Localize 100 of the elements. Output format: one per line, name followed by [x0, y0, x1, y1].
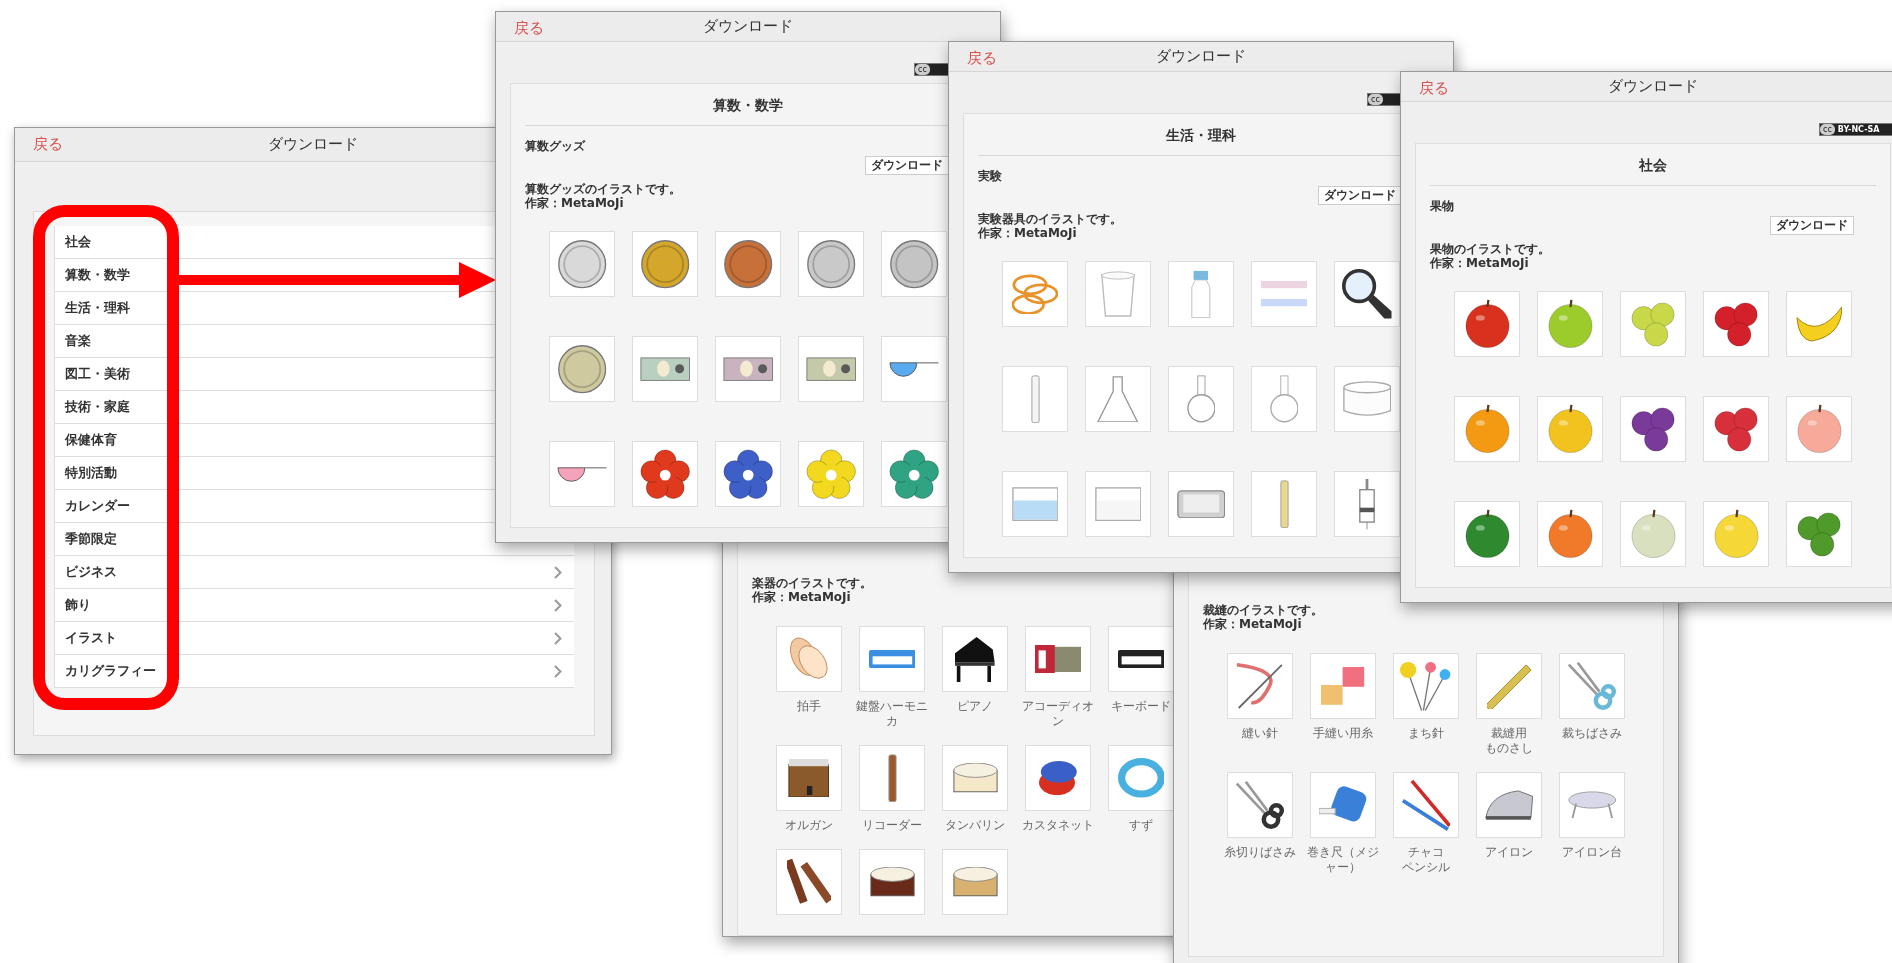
category-heading: 社会	[1638, 156, 1668, 175]
illustration-tile[interactable]	[1476, 772, 1542, 838]
illustration-tile[interactable]	[859, 849, 925, 915]
illustration-tile[interactable]	[1025, 626, 1091, 692]
illustration-tile[interactable]	[549, 441, 615, 507]
illustration-label: すず	[1128, 818, 1154, 833]
illustration-tile[interactable]	[1620, 396, 1686, 462]
window-title: ダウンロード	[703, 17, 793, 36]
illustration-tile[interactable]	[1002, 261, 1068, 327]
illustration-tile[interactable]	[1168, 471, 1234, 537]
illustration-tile[interactable]	[859, 745, 925, 811]
illustration-tile[interactable]	[798, 441, 864, 507]
illustration-tile[interactable]	[1334, 471, 1400, 537]
illustration-tile[interactable]	[1002, 366, 1068, 432]
illustration-tile[interactable]	[632, 336, 698, 402]
illustration-tile[interactable]	[798, 336, 864, 402]
illustration-label: カスタネット	[1021, 818, 1095, 833]
category-heading: 算数・数学	[712, 96, 784, 115]
illustration-tile[interactable]	[715, 441, 781, 507]
illustration-tile[interactable]	[1085, 261, 1151, 327]
description-text: 裁縫のイラストです。	[1203, 603, 1324, 617]
illustration-tile[interactable]	[1393, 653, 1459, 719]
illustration-tile[interactable]	[881, 336, 947, 402]
illustration-tile[interactable]	[549, 231, 615, 297]
illustration-tile[interactable]	[715, 231, 781, 297]
illustration-label: 糸切りばさみ	[1223, 845, 1297, 860]
illustration-tile[interactable]	[1002, 471, 1068, 537]
illustration-tile[interactable]	[1559, 772, 1625, 838]
illustration-tile[interactable]	[1786, 291, 1852, 357]
illustration-tile[interactable]	[1108, 745, 1174, 811]
illustration-label: オルガン	[784, 818, 834, 833]
category-row[interactable]: カリグラフィー	[54, 655, 574, 688]
illustration-tile[interactable]	[1703, 291, 1769, 357]
description-text: 果物のイラストです。	[1430, 242, 1551, 256]
illustration-tile[interactable]	[1537, 501, 1603, 567]
description-text: 算数グッズのイラストです。	[525, 182, 682, 196]
illustration-label: ピアノ	[956, 699, 994, 714]
illustration-tile[interactable]	[1251, 366, 1317, 432]
illustration-tile[interactable]	[1620, 291, 1686, 357]
section-title: 算数グッズ	[525, 138, 587, 154]
illustration-tile[interactable]	[1393, 772, 1459, 838]
window-title: ダウンロード	[268, 135, 358, 154]
illustration-tile[interactable]	[715, 336, 781, 402]
illustration-tile[interactable]	[1537, 396, 1603, 462]
illustration-tile[interactable]	[549, 336, 615, 402]
illustration-tile[interactable]	[1085, 471, 1151, 537]
illustration-label: キーボード	[1110, 699, 1172, 714]
illustration-label: ペンシル	[1401, 860, 1451, 875]
illustration-tile[interactable]	[1310, 653, 1376, 719]
illustration-tile[interactable]	[1537, 291, 1603, 357]
illustration-tile[interactable]	[1786, 501, 1852, 567]
illustration-tile[interactable]	[1227, 653, 1293, 719]
illustration-tile[interactable]	[1310, 772, 1376, 838]
illustration-tile[interactable]	[1025, 745, 1091, 811]
illustration-tile[interactable]	[1168, 366, 1234, 432]
license-label: BY-NC-SA	[1836, 124, 1881, 135]
category-row[interactable]: ビジネス	[54, 556, 574, 589]
illustration-tile[interactable]	[1334, 261, 1400, 327]
illustration-tile[interactable]	[1703, 396, 1769, 462]
illustration-tile[interactable]	[1703, 501, 1769, 567]
illustration-label: アコーディオン	[1021, 699, 1095, 729]
illustration-tile[interactable]	[1620, 501, 1686, 567]
illustration-tile[interactable]	[881, 231, 947, 297]
category-heading: 生活・理科	[1165, 126, 1237, 145]
illustration-tile[interactable]	[1476, 653, 1542, 719]
illustration-label: 裁縫用	[1490, 726, 1528, 741]
illustration-tile[interactable]	[1108, 626, 1174, 692]
section-title: 実験	[978, 168, 1003, 184]
illustration-tile[interactable]	[1168, 261, 1234, 327]
illustration-label: ものさし	[1484, 741, 1534, 756]
illustration-tile[interactable]	[1251, 261, 1317, 327]
illustration-label: リコーダー	[861, 818, 923, 833]
illustration-tile[interactable]	[1454, 501, 1520, 567]
illustration-tile[interactable]	[776, 745, 842, 811]
illustration-tile[interactable]	[1334, 366, 1400, 432]
illustration-tile[interactable]	[776, 849, 842, 915]
download-button[interactable]: ダウンロード	[1318, 186, 1402, 205]
illustration-label: まち針	[1407, 726, 1445, 741]
illustration-tile[interactable]	[859, 626, 925, 692]
illustration-tile[interactable]	[1454, 291, 1520, 357]
illustration-tile[interactable]	[881, 441, 947, 507]
illustration-tile[interactable]	[776, 626, 842, 692]
cc-mark: cc	[1368, 94, 1383, 105]
illustration-tile[interactable]	[798, 231, 864, 297]
illustration-tile[interactable]	[942, 849, 1008, 915]
illustration-tile[interactable]	[942, 626, 1008, 692]
illustration-tile[interactable]	[1454, 396, 1520, 462]
author-text: 作家：MetaMoJi	[752, 590, 852, 604]
illustration-tile[interactable]	[1559, 653, 1625, 719]
illustration-tile[interactable]	[1085, 366, 1151, 432]
illustration-tile[interactable]	[632, 231, 698, 297]
category-row[interactable]: 飾り	[54, 589, 574, 622]
category-row[interactable]: イラスト	[54, 622, 574, 655]
illustration-tile[interactable]	[632, 441, 698, 507]
illustration-tile[interactable]	[1251, 471, 1317, 537]
download-button[interactable]: ダウンロード	[865, 156, 949, 175]
illustration-tile[interactable]	[1786, 396, 1852, 462]
download-button[interactable]: ダウンロード	[1770, 216, 1854, 235]
illustration-tile[interactable]	[942, 745, 1008, 811]
illustration-tile[interactable]	[1227, 772, 1293, 838]
